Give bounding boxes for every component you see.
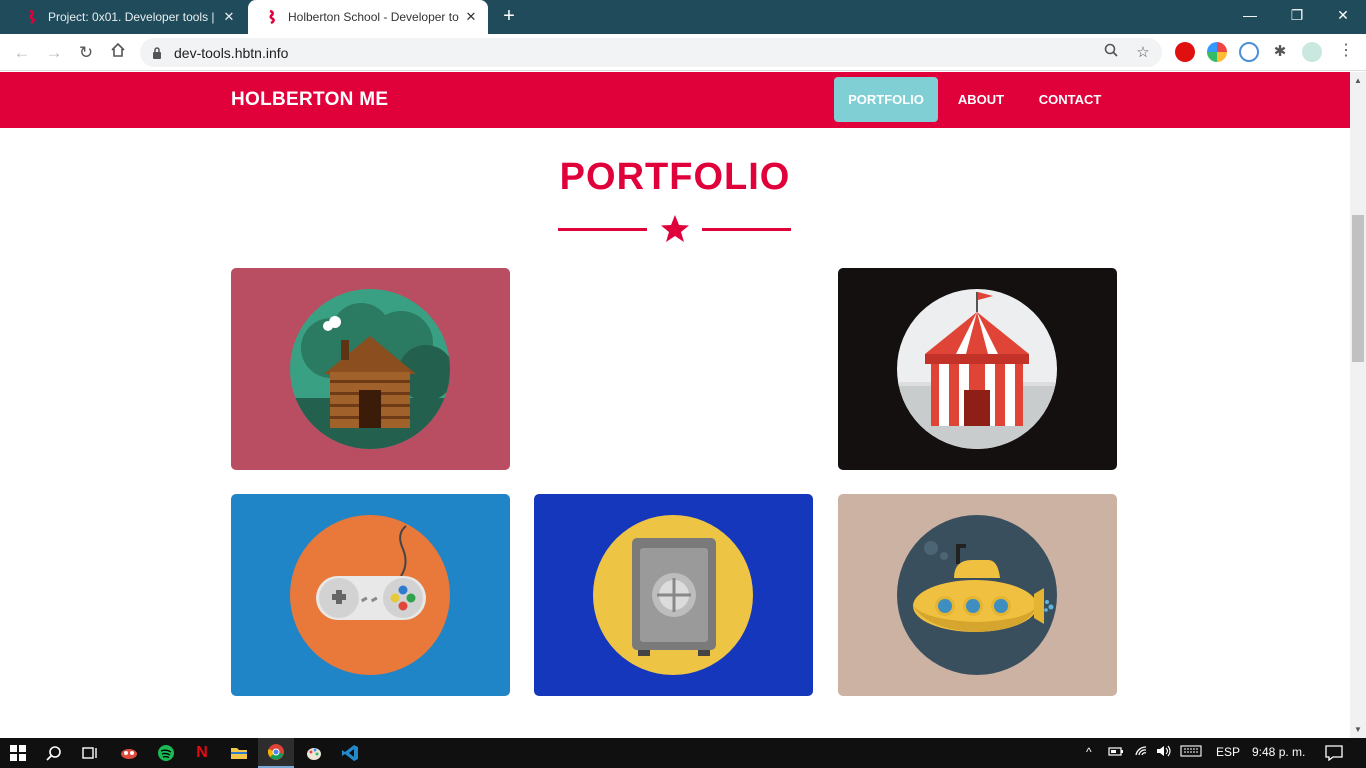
star-icon [660,214,690,249]
browser-tab-bar: Project: 0x01. Developer tools | H ✕ Hol… [0,0,1366,34]
reload-button[interactable]: ↻ [74,41,98,65]
adblock-extension-icon[interactable] [1175,42,1195,62]
site-brand[interactable]: HOLBERTON ME [231,89,388,111]
system-clock[interactable]: 9:48 p. m. [1252,745,1305,759]
netflix-icon[interactable]: N [184,738,220,768]
portfolio-item-submarine[interactable] [838,494,1117,696]
portfolio-item-cabin[interactable] [231,268,510,470]
volume-icon[interactable] [1156,745,1172,760]
divider-line-left [558,228,647,231]
restore-button[interactable]: ❐ [1274,0,1320,30]
input-language[interactable]: ESP [1216,745,1240,759]
address-bar[interactable]: dev-tools.hbtn.info ☆ [140,38,1162,67]
windows-taskbar: N ^ ESP 9:48 p. m. [0,738,1366,768]
tab-holberton-school[interactable]: Holberton School - Developer to ✕ [248,0,488,34]
log-cabin-icon [290,289,450,449]
profile-avatar[interactable] [1302,42,1322,62]
extension-icon[interactable] [1239,42,1259,62]
close-tab-icon[interactable]: ✕ [218,9,240,25]
menu-kebab-icon[interactable]: ⋮ [1336,42,1356,62]
home-button[interactable] [106,41,130,65]
holberton-favicon-icon [26,9,38,25]
zoom-icon[interactable] [1100,42,1122,64]
spotify-icon[interactable] [148,738,184,768]
page-viewport: HOLBERTON ME PORTFOLIO ABOUT CONTACT POR… [0,72,1350,738]
portfolio-item-circus[interactable] [838,268,1117,470]
forward-button[interactable]: → [42,41,66,65]
chrome-icon[interactable] [258,738,294,768]
back-button[interactable]: ← [10,41,34,65]
nav-about[interactable]: ABOUT [946,77,1016,122]
bookmark-star-icon[interactable]: ☆ [1132,42,1154,64]
divider-line-right [702,228,791,231]
site-navbar: HOLBERTON ME PORTFOLIO ABOUT CONTACT [0,72,1350,128]
notifications-icon[interactable] [1325,745,1343,764]
lock-icon [152,46,162,64]
close-window-button[interactable]: ✕ [1320,0,1366,30]
nav-contact[interactable]: CONTACT [1026,77,1114,122]
games-app-icon[interactable] [111,738,147,768]
safe-icon [593,515,753,675]
nav-portfolio[interactable]: PORTFOLIO [834,77,938,122]
new-tab-button[interactable]: + [498,6,520,28]
task-view-icon[interactable] [72,738,108,768]
scroll-up-icon[interactable]: ▲ [1354,76,1362,85]
portfolio-item-empty [534,268,813,470]
portfolio-item-safe[interactable] [534,494,813,696]
keyboard-icon[interactable] [1180,745,1202,760]
color-extension-icon[interactable] [1207,42,1227,62]
portfolio-item-controller[interactable] [231,494,510,696]
minimize-button[interactable]: — [1227,0,1273,30]
browser-toolbar: ← → ↻ dev-tools.hbtn.info ☆ ✱ ⋮ [0,34,1366,71]
url-text: dev-tools.hbtn.info [174,45,289,61]
circus-tent-icon [897,289,1057,449]
scroll-down-icon[interactable]: ▼ [1354,725,1362,734]
battery-icon[interactable] [1108,745,1124,760]
tab-title: Holberton School - Developer to [288,10,459,24]
scrollbar-thumb[interactable] [1352,215,1364,362]
page-scrollbar[interactable]: ▲ ▼ [1350,72,1366,738]
start-windows-icon[interactable] [0,738,36,768]
holberton-favicon-icon [266,9,278,25]
tab-project-developer-tools[interactable]: Project: 0x01. Developer tools | H ✕ [8,0,246,34]
file-explorer-icon[interactable] [221,738,257,768]
game-controller-icon [290,515,450,675]
submarine-icon [897,515,1057,675]
show-hidden-icons-icon[interactable]: ^ [1086,745,1092,759]
vscode-icon[interactable] [332,738,368,768]
tab-title: Project: 0x01. Developer tools | H [48,10,218,24]
search-icon[interactable] [36,738,72,768]
wifi-icon[interactable] [1134,745,1150,760]
home-icon [111,42,125,57]
puzzle-extensions-icon[interactable]: ✱ [1270,42,1290,62]
close-tab-icon[interactable]: ✕ [460,9,482,25]
paint-app-icon[interactable] [296,738,332,768]
page-title: PORTFOLIO [559,156,791,198]
